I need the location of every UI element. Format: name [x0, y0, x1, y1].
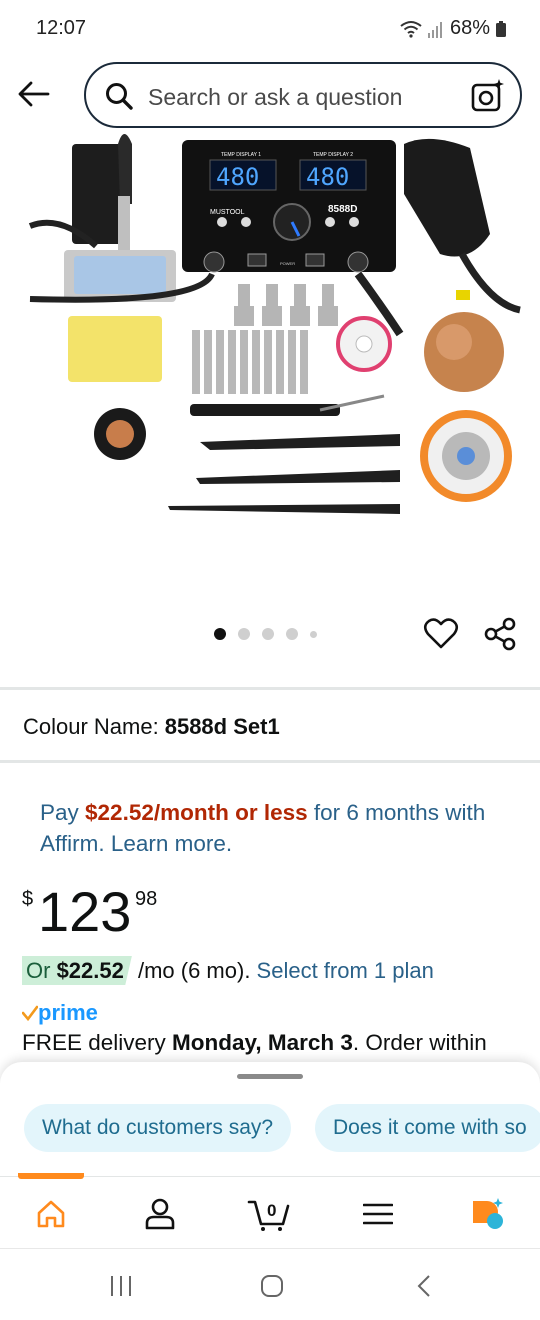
price-fraction: 98: [135, 888, 158, 910]
home-icon: [37, 1200, 65, 1228]
display-left-value: 480: [216, 163, 259, 191]
prime-badge: prime: [22, 1000, 98, 1026]
display-right-value: 480: [306, 163, 349, 191]
temp-display-2-label: TEMP DISPLAY 2: [313, 152, 353, 158]
camera-lens-button[interactable]: [470, 78, 506, 119]
bottom-nav: 0: [0, 1173, 540, 1248]
divider: [0, 760, 540, 763]
heart-icon: [423, 618, 459, 649]
brand-text: MUSTOOL: [210, 209, 245, 216]
cart-icon: 0: [247, 1200, 290, 1231]
power-label: POWER: [280, 261, 295, 266]
select-plan-link[interactable]: Select from 1 plan: [257, 958, 434, 983]
prime-label: prime: [38, 1000, 98, 1025]
price-symbol: $: [22, 888, 34, 910]
installment-badge: Or $22.52: [22, 956, 132, 985]
carousel-dots[interactable]: [214, 628, 317, 640]
nav-rufus[interactable]: [462, 1191, 512, 1237]
nav-menu[interactable]: [353, 1191, 403, 1237]
menu-icon: [363, 1203, 393, 1225]
delivery-prefix: FREE delivery: [22, 1030, 173, 1055]
carousel-dot[interactable]: [214, 628, 226, 640]
back-system-button[interactable]: [404, 1269, 444, 1303]
status-icons: 68%: [400, 17, 506, 40]
recent-apps-icon: [111, 1276, 131, 1296]
affirm-amount: $22.52/month or less: [85, 800, 308, 825]
delivery-date: Monday, March 3: [172, 1030, 353, 1055]
status-bar: 12:07 68%: [0, 0, 540, 56]
back-button[interactable]: [14, 74, 54, 114]
rufus-suggestions-sheet: What do customers say? Does it come with…: [0, 1062, 540, 1182]
camera-sparkle-icon: [471, 79, 504, 112]
affirm-financing[interactable]: Pay $22.52/month or less for 6 months wi…: [40, 797, 510, 859]
installment-term: /mo (6 mo).: [131, 958, 257, 983]
price-whole: 123: [38, 880, 132, 943]
recent-apps-button[interactable]: [101, 1269, 141, 1303]
carousel-controls: [0, 606, 540, 666]
prime-check-icon: [22, 1005, 38, 1021]
share-button[interactable]: [482, 616, 518, 657]
soldering-station-image: TEMP DISPLAY 1 TEMP DISPLAY 2 480 480 MU…: [28, 134, 521, 514]
delivery-suffix: . Order within: [352, 1030, 487, 1055]
suggestion-chip[interactable]: What do customers say?: [24, 1104, 292, 1152]
installment-row: Or $22.52 /mo (6 mo). Select from 1 plan: [22, 956, 434, 985]
status-time: 12:07: [36, 17, 87, 39]
nav-home[interactable]: [26, 1191, 76, 1237]
nav-profile[interactable]: [135, 1191, 185, 1237]
nav-active-indicator: [18, 1173, 84, 1179]
carousel-dot[interactable]: [310, 630, 317, 638]
search-placeholder: Search or ask a question: [148, 84, 403, 110]
signal-icon: [427, 21, 442, 38]
suggestion-chip[interactable]: Does it come with so: [315, 1104, 540, 1152]
delivery-info: FREE delivery Monday, March 3. Order wit…: [22, 1030, 487, 1056]
carousel-dot[interactable]: [262, 628, 274, 640]
temp-display-1-label: TEMP DISPLAY 1: [221, 152, 261, 158]
arrow-left-icon: [18, 81, 50, 107]
search-input[interactable]: Search or ask a question: [84, 62, 522, 128]
search-icon: [106, 83, 133, 110]
sheet-grabber[interactable]: [237, 1074, 303, 1079]
carousel-dot[interactable]: [238, 628, 250, 640]
affirm-prefix: Pay: [40, 800, 86, 825]
search-header: Search or ask a question: [0, 56, 540, 134]
system-nav-bar: [0, 1248, 540, 1320]
nav-cart[interactable]: 0: [244, 1191, 294, 1237]
battery-icon: [496, 20, 506, 37]
model-text: 8588D: [328, 204, 357, 215]
installment-amount: $22.52: [56, 958, 124, 983]
rufus-ai-icon: [473, 1198, 503, 1229]
share-icon: [484, 617, 516, 651]
wifi-icon: [400, 20, 422, 38]
wishlist-button[interactable]: [423, 616, 459, 657]
colour-label: Colour Name:: [23, 714, 159, 739]
chevron-left-icon: [417, 1275, 430, 1297]
home-circle-icon: [261, 1275, 283, 1297]
colour-name-row[interactable]: Colour Name: 8588d Set1: [23, 714, 280, 740]
profile-icon: [145, 1198, 175, 1230]
battery-percent: 68%: [449, 17, 490, 39]
carousel-dot[interactable]: [286, 628, 298, 640]
home-system-button[interactable]: [252, 1269, 292, 1303]
colour-value: 8588d Set1: [164, 714, 280, 739]
installment-or: Or: [26, 958, 57, 983]
cart-count: 0: [267, 1201, 276, 1220]
divider: [0, 687, 540, 690]
product-image[interactable]: TEMP DISPLAY 1 TEMP DISPLAY 2 480 480 MU…: [0, 134, 540, 600]
